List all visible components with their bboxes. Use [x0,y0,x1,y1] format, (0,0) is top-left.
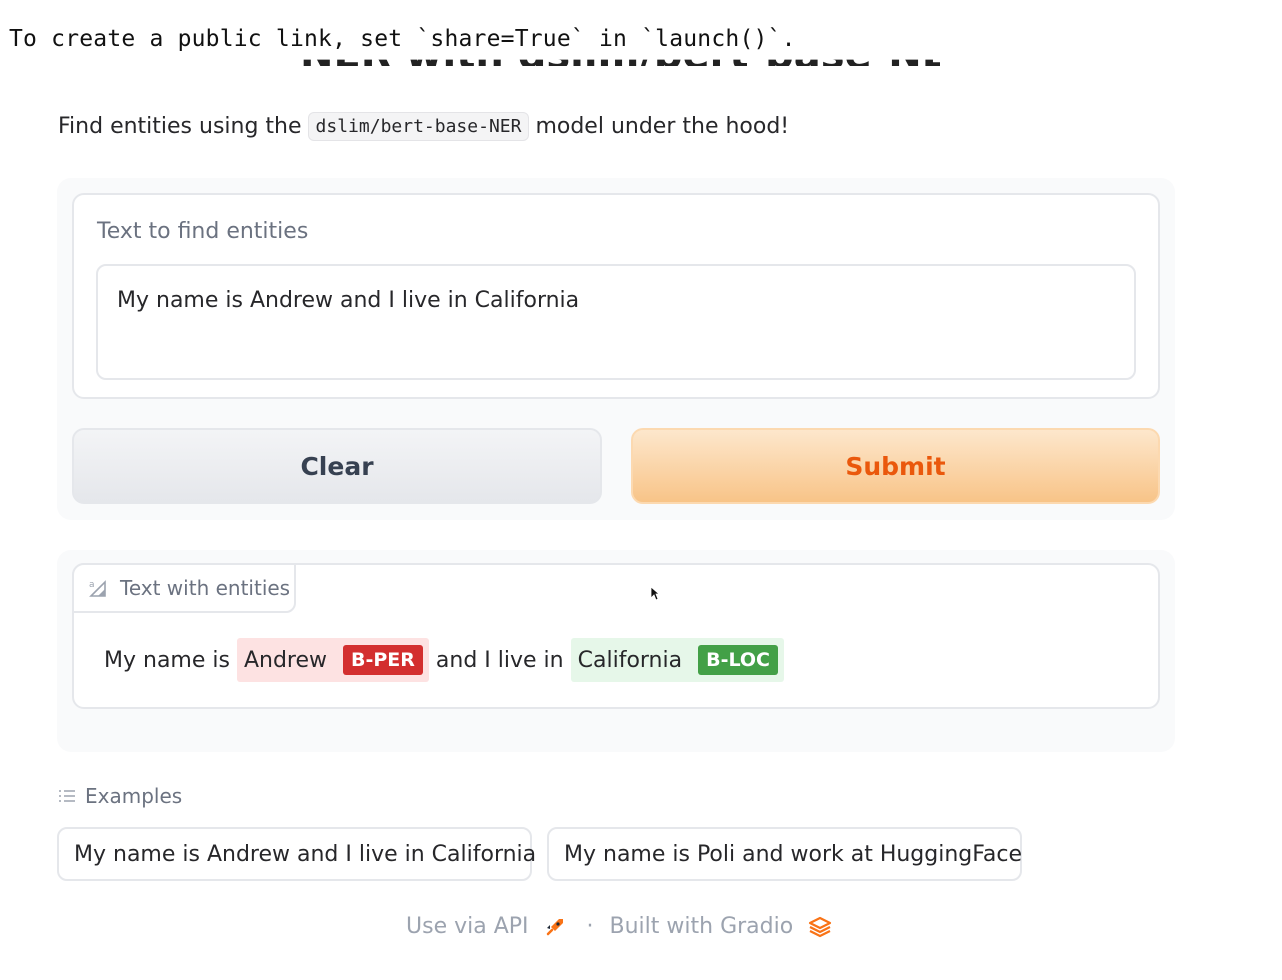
footer-separator: · [586,914,594,939]
example-item[interactable]: My name is Poli and work at HuggingFace [547,827,1022,881]
clear-button[interactable]: Clear [72,428,602,504]
output-label-tab: a Text with entities [72,563,296,613]
description-prefix: Find entities using the [58,114,302,139]
input-panel: Text to find entities My name is Andrew … [57,178,1175,520]
entity-location: California B-LOC [570,638,784,682]
console-message: To create a public link, set `share=True… [9,26,796,52]
output-label: Text with entities [120,576,291,600]
entity-text: Andrew [243,647,328,673]
entity-tag-loc: B-LOC [698,645,778,675]
highlighted-text: My name is Andrew B-PER and I live in Ca… [104,638,791,682]
use-via-api-link[interactable]: Use via API [406,914,529,939]
entity-text: California [577,647,683,673]
gradio-logo-icon [809,916,832,937]
examples-header: Examples [58,784,182,808]
text-input[interactable]: My name is Andrew and I live in Californ… [96,264,1136,380]
plain-text-segment: My name is [104,647,230,673]
svg-text:a: a [89,580,95,590]
list-icon [59,790,75,802]
examples-label: Examples [85,784,183,808]
submit-button[interactable]: Submit [631,428,1160,504]
input-block: Text to find entities My name is Andrew … [72,193,1160,399]
text-highlight-icon: a [89,580,106,597]
input-label: Text to find entities [97,219,309,244]
example-item[interactable]: My name is Andrew and I live in Californ… [57,827,536,881]
rocket-icon [546,918,563,935]
app-description: Find entities using the dslim/bert-base-… [58,112,789,141]
plain-text-segment: and I live in [435,647,564,673]
built-with-gradio-link[interactable]: Built with Gradio [610,914,794,939]
footer: Use via API · Built with Gradio [406,914,833,939]
entity-tag-per: B-PER [343,645,423,675]
description-suffix: model under the hood! [535,114,790,139]
output-panel: a Text with entities My name is Andrew B… [57,550,1175,752]
mouse-cursor-icon [650,586,660,601]
output-block: a Text with entities My name is Andrew B… [72,563,1160,709]
model-code: dslim/bert-base-NER [307,112,530,141]
entity-person: Andrew B-PER [236,638,429,682]
